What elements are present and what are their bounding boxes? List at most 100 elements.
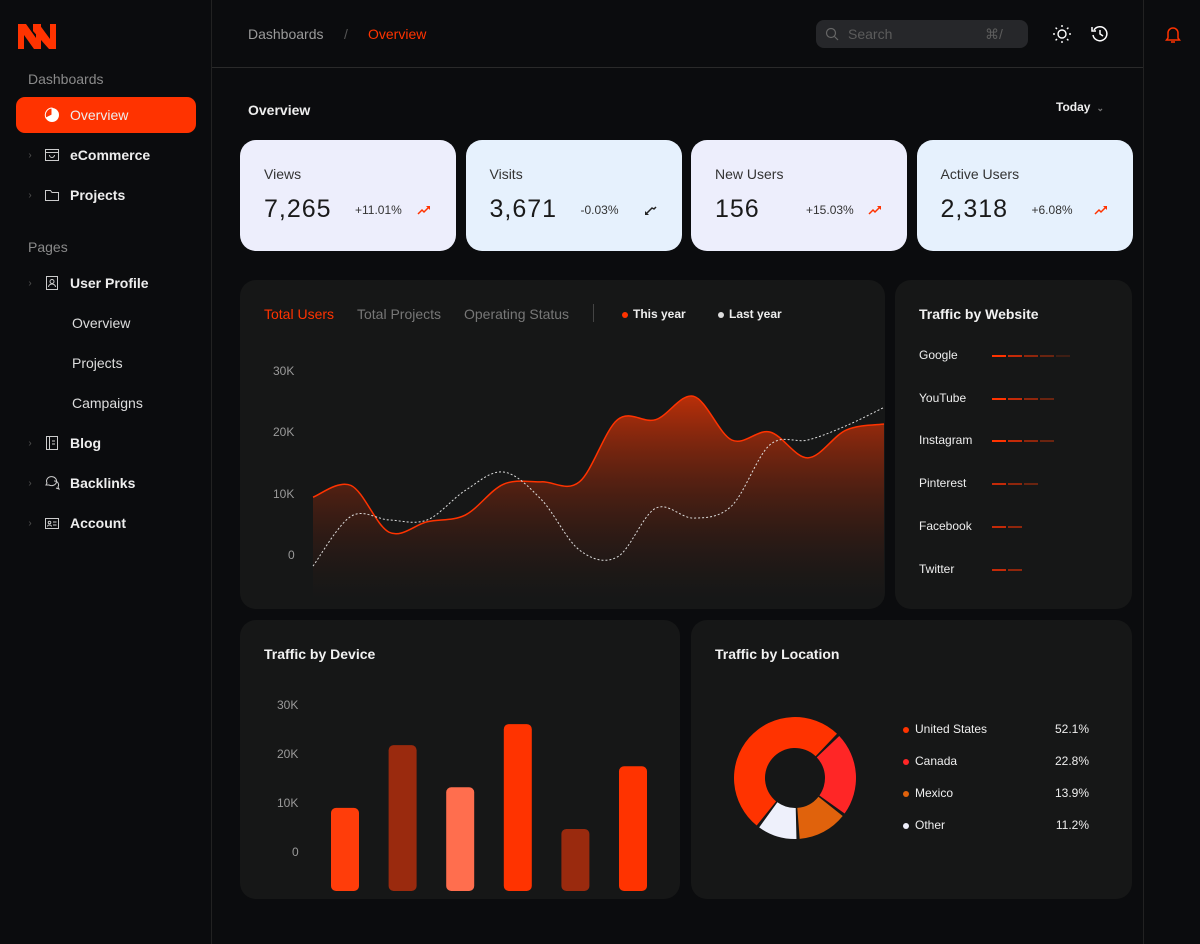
right-rail [1143, 0, 1200, 944]
sidebar: Dashboards Overview › eCommerce › Projec… [0, 0, 212, 944]
sidebar-subitem-campaigns[interactable]: Campaigns [72, 395, 143, 411]
chevron-right-icon: › [28, 189, 32, 201]
stat-value: 3,671 [489, 195, 558, 223]
donut-chart [733, 716, 856, 839]
device-bar [446, 787, 475, 891]
range-dropdown[interactable]: Today ⌄ [1056, 100, 1104, 114]
bell-icon[interactable] [1163, 24, 1183, 44]
sidebar-item-label: eCommerce [70, 147, 151, 163]
location-legend-item: United States 52.1% [903, 722, 1089, 738]
traffic-bar-segment [1056, 355, 1070, 357]
location-name: United States [915, 722, 988, 736]
chat-bubbles-icon [44, 475, 60, 491]
bar-chart [331, 724, 647, 891]
traffic-bar-segment [1008, 440, 1022, 443]
website-name: Google [919, 348, 958, 362]
stat-card-views: Views 7,265 +11.01% [240, 140, 456, 251]
search-placeholder: Search [848, 26, 893, 42]
sidebar-item-label: Projects [70, 187, 126, 203]
traffic-bar-segment [992, 397, 1006, 400]
sidebar-item-overview[interactable]: Overview [16, 97, 196, 133]
search-shortcut: ⌘/ [985, 26, 1003, 42]
stat-card-visits: Visits 3,671 -0.03% [465, 140, 682, 251]
traffic-bar-segment [992, 355, 1006, 357]
traffic-bar-segment [1008, 568, 1022, 571]
stat-label: Views [264, 166, 302, 182]
website-name: YouTube [919, 390, 967, 405]
sidebar-item-label: Blog [70, 435, 102, 451]
pie-chart-icon [44, 107, 60, 123]
device-bar [619, 766, 647, 891]
traffic-bar-segment [992, 525, 1006, 528]
stat-label: Visits [489, 166, 523, 182]
website-name: Pinterest [919, 476, 967, 491]
sidebar-item-projects[interactable]: › Projects [16, 177, 196, 213]
traffic-by-website-card: Traffic by Website Google YouTube Instagra… [895, 280, 1132, 609]
location-percent: 11.2% [1055, 818, 1089, 832]
folder-icon [44, 187, 60, 203]
stat-card-active-users: Active Users 2,318 +6.08% [916, 140, 1133, 251]
search-input[interactable]: Search ⌘/ [816, 20, 1028, 48]
website-name: Twitter [919, 561, 955, 576]
legend-dot [903, 823, 909, 829]
traffic-bar-segment [1024, 483, 1038, 486]
stat-label: New Users [715, 166, 784, 182]
total-users-chart-card: Total Users Total Projects Operating Sta… [240, 280, 885, 609]
breadcrumb-separator: / [344, 26, 348, 42]
stat-value: 7,265 [264, 195, 332, 223]
traffic-by-location-card: Traffic by Location United States 52.1% … [691, 620, 1132, 899]
this-year-area [313, 395, 884, 600]
page-title: Overview [248, 102, 311, 118]
logo-icon [18, 24, 56, 49]
chevron-right-icon: › [28, 437, 32, 449]
trend-down-icon [644, 206, 657, 215]
traffic-bar-segment [1008, 397, 1022, 400]
device-bar [331, 807, 359, 891]
search-icon [825, 27, 839, 41]
stat-value: 2,318 [940, 195, 1009, 223]
breadcrumb-overview: Overview [368, 26, 427, 42]
trend-up-icon [868, 206, 881, 215]
chevron-right-icon: › [28, 477, 32, 489]
website-row: Pinterest [919, 476, 1119, 492]
website-row: Facebook [919, 519, 1119, 535]
chevron-right-icon: › [28, 149, 32, 161]
sun-icon[interactable] [1052, 24, 1072, 44]
legend-dot [903, 727, 909, 733]
sidebar-item-backlinks[interactable]: › Backlinks [16, 465, 196, 501]
traffic-bar-segment [992, 440, 1006, 443]
sidebar-subitem-projects[interactable]: Projects [72, 355, 123, 371]
trend-up-icon [417, 206, 430, 215]
website-row: Twitter [919, 562, 1119, 578]
traffic-bar-segment [1008, 483, 1022, 486]
sidebar-item-ecommerce[interactable]: › eCommerce [16, 137, 196, 173]
traffic-bar-segment [1024, 355, 1038, 357]
stat-value: 156 [715, 195, 760, 223]
location-name: Mexico [915, 786, 954, 800]
stat-label: Active Users [940, 166, 1020, 182]
breadcrumb-dashboards[interactable]: Dashboards [248, 26, 324, 42]
location-legend-item: Other 11.2% [903, 818, 1089, 834]
sidebar-subitem-overview[interactable]: Overview [72, 315, 130, 331]
sidebar-item-user-profile[interactable]: › User Profile [16, 265, 196, 301]
website-row: Google [919, 348, 1119, 364]
sidebar-item-label: Account [70, 515, 126, 531]
sidebar-item-blog[interactable]: › Blog [16, 425, 196, 461]
stat-change: -0.03% [580, 203, 619, 217]
history-icon[interactable] [1090, 24, 1110, 44]
shopping-bag-icon [44, 147, 60, 163]
sidebar-item-account[interactable]: › Account [16, 505, 196, 541]
location-percent: 13.9% [1054, 786, 1089, 800]
traffic-bar-segment [1040, 355, 1054, 357]
website-row: YouTube [919, 391, 1119, 407]
location-percent: 22.8% [1054, 754, 1089, 768]
device-bar [388, 745, 417, 891]
legend-dot [903, 759, 909, 765]
user-profile-icon [44, 275, 60, 291]
traffic-bar-segment [992, 568, 1006, 571]
section-pages: Pages [28, 239, 68, 255]
traffic-bar-segment [1008, 355, 1022, 357]
traffic-bar-segment [1040, 397, 1054, 400]
chevron-right-icon: › [28, 277, 32, 289]
location-name: Other [915, 818, 946, 832]
